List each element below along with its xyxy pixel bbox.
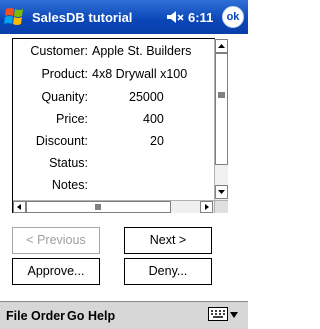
next-button[interactable]: Next > (124, 227, 212, 254)
previous-button[interactable]: < Previous (12, 227, 100, 254)
horizontal-scrollbar[interactable] (13, 200, 214, 213)
window-title: SalesDB tutorial (32, 10, 133, 25)
record-content: Customer: Apple St. Builders Product: 4x… (13, 39, 214, 200)
arrow-down-icon (218, 190, 225, 194)
menu-help[interactable]: Help (88, 308, 115, 324)
customer-value[interactable]: Apple St. Builders (92, 43, 191, 59)
speaker-icon[interactable] (166, 10, 184, 24)
arrow-up-icon (218, 44, 225, 48)
horizontal-scroll-thumb[interactable] (26, 201, 171, 213)
price-value[interactable]: 400 (143, 111, 164, 127)
scroll-right-button[interactable] (200, 201, 213, 213)
discount-label: Discount: (35, 134, 88, 148)
menu-file[interactable]: File (6, 308, 28, 324)
scroll-down-button[interactable] (215, 185, 228, 199)
menu-go[interactable]: Go (67, 308, 84, 324)
vertical-scrollbar[interactable] (214, 39, 228, 200)
approve-button[interactable]: Approve... (12, 258, 100, 285)
ok-button[interactable]: ok (222, 6, 244, 28)
vertical-scroll-thumb[interactable] (215, 53, 228, 165)
menu-order[interactable]: Order (31, 308, 65, 324)
quantity-label: Quanity: (41, 90, 88, 104)
price-label: Price: (56, 112, 88, 126)
sip-arrow-icon[interactable] (229, 311, 239, 319)
menu-bar: File Order Go Help (0, 301, 248, 329)
title-bar: SalesDB tutorial 6:11 ok (0, 0, 248, 34)
keyboard-icon[interactable] (208, 307, 228, 321)
arrow-right-icon (205, 204, 209, 210)
record-panel: Customer: Apple St. Builders Product: 4x… (12, 38, 228, 213)
windows-flag-icon[interactable] (3, 4, 29, 30)
grip-lines-icon (218, 92, 225, 98)
grip-lines-icon (95, 204, 101, 210)
customer-label: Customer: (30, 44, 88, 58)
scrollbar-corner (214, 200, 228, 213)
deny-button[interactable]: Deny... (124, 258, 212, 285)
arrow-left-icon (17, 204, 21, 210)
scroll-left-button[interactable] (13, 201, 26, 213)
notes-label: Notes: (51, 178, 88, 192)
status-label: Status: (49, 156, 88, 170)
product-label: Product: (41, 67, 88, 81)
discount-value[interactable]: 20 (150, 133, 164, 149)
quantity-value[interactable]: 25000 (129, 89, 164, 105)
product-value[interactable]: 4x8 Drywall x100 (92, 66, 187, 82)
scroll-up-button[interactable] (215, 39, 228, 53)
clock[interactable]: 6:11 (188, 9, 213, 27)
